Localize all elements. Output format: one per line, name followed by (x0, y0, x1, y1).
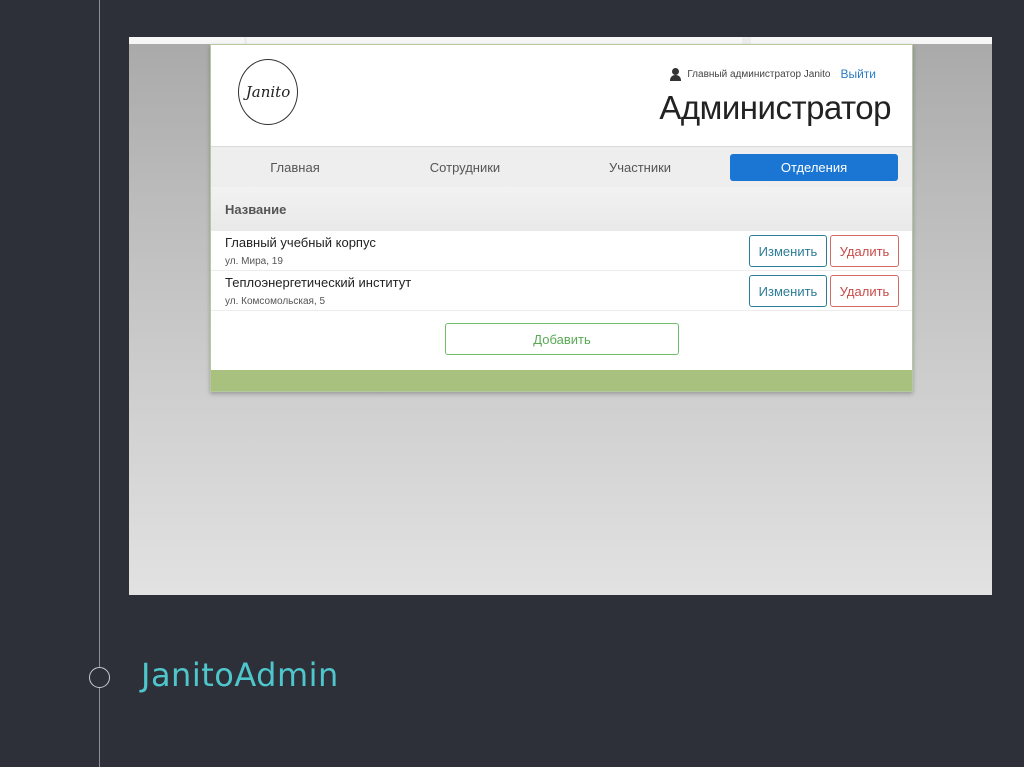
janito-logo[interactable]: Janito (238, 59, 298, 125)
logo-text: Janito (245, 83, 291, 101)
app-header: Janito Главный администратор Janito Выйт… (211, 45, 912, 146)
add-row: Добавить (211, 311, 912, 366)
browser-top-strip (129, 37, 992, 44)
tab-employees[interactable]: Сотрудники (381, 154, 549, 181)
screenshot-frame: Janito Главный администратор Janito Выйт… (129, 37, 992, 595)
slide-caption: JanitoAdmin (141, 656, 339, 694)
app-footer (211, 370, 912, 391)
timeline-line (99, 0, 100, 767)
page-title: Администратор (659, 89, 891, 126)
department-address: ул. Мира, 19 (225, 256, 283, 267)
current-user-label: Главный администратор Janito (687, 68, 831, 80)
tab-departments[interactable]: Отделения (730, 154, 898, 181)
department-address: ул. Комсомольская, 5 (225, 296, 326, 307)
add-department-button[interactable]: Добавить (445, 323, 679, 355)
logout-link[interactable]: Выйти (840, 67, 876, 81)
delete-button[interactable]: Удалить (830, 275, 899, 307)
edit-button[interactable]: Изменить (749, 275, 827, 307)
department-name: Главный учебный корпус (225, 235, 376, 250)
table-row: Главный учебный корпус ул. Мира, 19 Изме… (211, 231, 912, 271)
user-area: Главный администратор Janito Выйти (670, 67, 876, 81)
table-row: Теплоэнергетический институт ул. Комсомо… (211, 271, 912, 311)
tab-participants[interactable]: Участники (556, 154, 724, 181)
main-nav: Главная Сотрудники Участники Отделения (211, 146, 912, 187)
user-icon (670, 67, 682, 81)
table-header-name: Название (211, 187, 912, 231)
department-name: Теплоэнергетический институт (225, 275, 412, 290)
timeline-node (89, 667, 110, 688)
tab-home[interactable]: Главная (211, 154, 379, 181)
edit-button[interactable]: Изменить (749, 235, 827, 267)
delete-button[interactable]: Удалить (830, 235, 899, 267)
admin-app-window: Janito Главный администратор Janito Выйт… (210, 44, 913, 392)
